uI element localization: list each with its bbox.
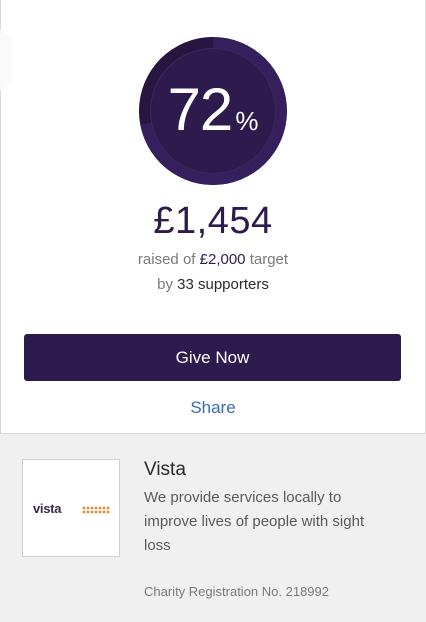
supporters-line: by 33 supporters [1,276,425,293]
raised-prefix: raised of [137,251,196,268]
charity-logo-text: vista [33,501,62,516]
charity-description: We provide services locally to improve l… [144,489,365,554]
raised-of-target: raised of £2,000 target [1,251,425,268]
progress-ring: 72% [139,37,287,185]
charity-logo[interactable]: vista [22,459,120,557]
target-suffix: target [249,251,289,268]
supporters-prefix: by [157,276,173,293]
progress-percent-sign: % [235,106,259,136]
donation-card: 72% £1,454 raised of £2,000 target by 33… [0,0,426,434]
give-now-button[interactable]: Give Now [24,334,401,381]
charity-logo-dots-icon [82,506,110,514]
carousel-edge [0,30,13,90]
charity-registration: Charity Registration No. 218992 [144,584,329,599]
amount-raised: £1,454 [153,200,273,242]
progress-percent-value: 72 [167,76,234,143]
share-link[interactable]: Share [1,398,425,418]
progress-percent: 72% [139,75,287,144]
supporters-count: 33 supporters [177,276,269,293]
target-amount: £2,000 [199,251,246,268]
charity-name[interactable]: Vista [144,459,186,481]
